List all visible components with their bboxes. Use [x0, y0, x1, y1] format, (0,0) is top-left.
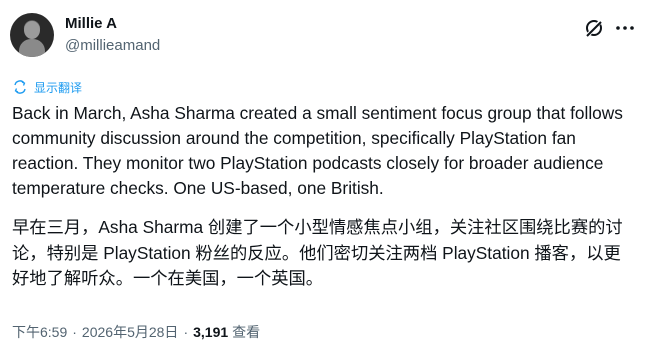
meta-separator: · [183, 324, 189, 340]
views-count[interactable]: 3,191 [193, 324, 228, 340]
translate-label[interactable]: 显示翻译 [34, 79, 82, 96]
more-icon[interactable] [615, 18, 635, 38]
post-date[interactable]: 2026年5月28日 [82, 322, 179, 342]
post-meta: 下午6:59 · 2026年5月28日 · 3,191 查看 [12, 322, 260, 342]
avatar[interactable] [10, 13, 54, 57]
translate-icon [14, 80, 26, 94]
post-header: Millie A @millieamand [10, 12, 635, 60]
show-translation[interactable]: 显示翻译 [12, 78, 82, 96]
avatar-body [19, 39, 45, 57]
meta-separator: · [72, 324, 77, 340]
author-handle[interactable]: @millieamand [65, 37, 160, 54]
post-text-translated: 早在三月，Asha Sharma 创建了一个小型情感焦点小组，关注社区围绕比赛的… [12, 217, 623, 288]
views-label[interactable]: 查看 [232, 322, 260, 342]
avatar-head [24, 21, 40, 39]
grok-icon[interactable] [584, 18, 604, 38]
post-time[interactable]: 下午6:59 [12, 322, 67, 342]
post-text-original: Back in March, Asha Sharma created a sma… [12, 103, 623, 198]
author-name[interactable]: Millie A [65, 15, 117, 32]
